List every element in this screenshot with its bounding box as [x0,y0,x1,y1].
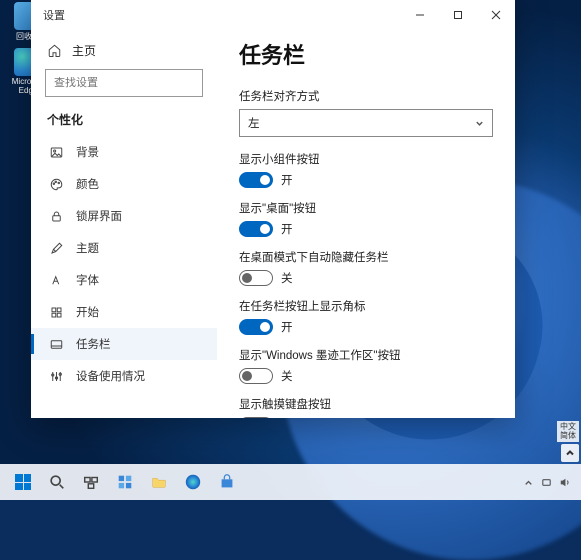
taskbar [0,464,581,500]
toggle-label: 显示"桌面"按钮 [239,200,493,216]
nav-label: 锁屏界面 [76,208,122,224]
align-dropdown[interactable]: 左 [239,109,493,137]
chevron-up-icon [565,448,575,458]
page-heading: 任务栏 [239,38,493,70]
toggle-label: 显示小组件按钮 [239,151,493,167]
toggle-switch[interactable] [239,417,273,418]
widgets-icon [116,473,134,491]
toggle-switch[interactable] [239,368,273,384]
taskbar-icon [49,337,64,352]
sidebar-item-colors[interactable]: 颜色 [31,168,217,200]
sidebar-item-device-usage[interactable]: 设备使用情况 [31,360,217,392]
home-icon [47,43,62,58]
widgets-button[interactable] [110,467,140,497]
sidebar-item-background[interactable]: 背景 [31,136,217,168]
explorer-button[interactable] [144,467,174,497]
toggle-label: 在桌面模式下自动隐藏任务栏 [239,249,493,265]
toggle-state-text: 开 [281,172,293,188]
toggle-setting: 显示"桌面"按钮 开 [239,200,493,237]
store-icon [218,473,236,491]
ime-indicator-float[interactable]: 中文 简体 [557,421,579,442]
task-view-icon [82,473,100,491]
search-icon [48,473,66,491]
sidebar-item-lockscreen[interactable]: 锁屏界面 [31,200,217,232]
nav-label: 背景 [76,144,99,160]
store-button[interactable] [212,467,242,497]
align-label: 任务栏对齐方式 [239,88,493,104]
toggle-setting: 显示触摸键盘按钮 关 [239,396,493,418]
toggle-state-text: 开 [281,221,293,237]
brush-icon [49,241,64,256]
sidebar-section-title: 个性化 [31,107,217,136]
toggle-state-text: 关 [281,368,293,384]
dropdown-value: 左 [248,115,260,131]
start-button[interactable] [8,467,38,497]
folder-icon [150,473,168,491]
toggle-switch[interactable] [239,172,273,188]
palette-icon [49,177,64,192]
sidebar-item-themes[interactable]: 主题 [31,232,217,264]
nav-label: 开始 [76,304,99,320]
toggle-state-text: 开 [281,319,293,335]
nav-label: 设备使用情况 [76,368,145,384]
titlebar[interactable]: 设置 [31,0,515,30]
toggle-label: 显示"Windows 墨迹工作区"按钮 [239,347,493,363]
nav-label: 颜色 [76,176,99,192]
toggle-switch[interactable] [239,319,273,335]
system-tray [522,476,575,489]
tray-chevron-icon[interactable] [522,476,535,489]
sidebar-home-label: 主页 [72,42,96,59]
sidebar-item-taskbar[interactable]: 任务栏 [31,328,217,360]
toggle-setting: 在桌面模式下自动隐藏任务栏 关 [239,249,493,286]
windows-logo-icon [15,474,31,490]
lock-icon [49,209,64,224]
tray-expand-button[interactable] [561,444,579,462]
toggle-setting: 在任务栏按钮上显示角标 开 [239,298,493,335]
search-box[interactable] [45,69,203,97]
sidebar-item-start[interactable]: 开始 [31,296,217,328]
sidebar-nav: 背景 颜色 锁屏界面 主题 字体 开始 任务栏 设备使用情况 [31,136,217,418]
nav-label: 主题 [76,240,99,256]
sidebar-item-fonts[interactable]: 字体 [31,264,217,296]
task-view-button[interactable] [76,467,106,497]
close-button[interactable] [477,0,515,30]
toggle-label: 显示触摸键盘按钮 [239,396,493,412]
picture-icon [49,145,64,160]
font-icon [49,273,64,288]
settings-window: 设置 主页 个性化 背景 颜色 锁屏界面 主题 字体 开始 任务栏 [31,0,515,418]
window-title: 设置 [43,7,65,23]
sidebar: 主页 个性化 背景 颜色 锁屏界面 主题 字体 开始 任务栏 设备使用情况 [31,30,217,418]
sliders-icon [49,369,64,384]
sidebar-home[interactable]: 主页 [31,36,217,69]
content-pane: 任务栏 任务栏对齐方式 左 显示小组件按钮 开 显示"桌面"按钮 开 在桌面模式… [217,30,515,418]
toggle-setting: 显示小组件按钮 开 [239,151,493,188]
toggle-state-text: 关 [281,417,293,418]
toggle-label: 在任务栏按钮上显示角标 [239,298,493,314]
toggle-state-text: 关 [281,270,293,286]
maximize-button[interactable] [439,0,477,30]
network-icon[interactable] [540,476,553,489]
chevron-down-icon [475,119,484,128]
edge-button[interactable] [178,467,208,497]
nav-label: 字体 [76,272,99,288]
toggle-setting: 显示"Windows 墨迹工作区"按钮 关 [239,347,493,384]
edge-icon [184,473,202,491]
toggle-switch[interactable] [239,221,273,237]
toggle-switch[interactable] [239,270,273,286]
grid-icon [49,305,64,320]
volume-icon[interactable] [558,476,571,489]
minimize-button[interactable] [401,0,439,30]
taskbar-search-button[interactable] [42,467,72,497]
nav-label: 任务栏 [76,336,111,352]
search-input[interactable] [46,77,204,89]
